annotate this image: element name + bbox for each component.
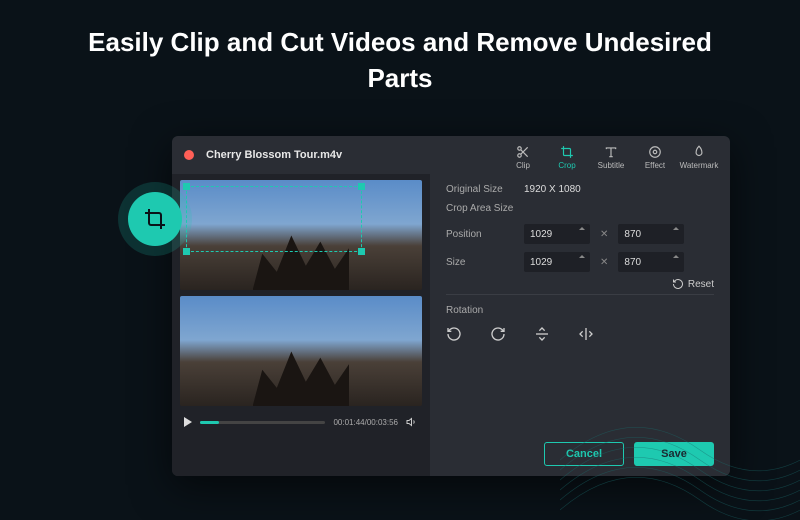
feature-badge — [128, 192, 182, 246]
rotate-cw-button[interactable] — [490, 326, 506, 345]
close-icon[interactable] — [184, 150, 194, 160]
titlebar: Cherry Blossom Tour.m4v Clip Crop Subtit… — [172, 136, 730, 174]
crop-rectangle[interactable] — [186, 186, 362, 252]
size-h-input[interactable] — [618, 252, 684, 272]
divider — [446, 294, 714, 295]
source-preview[interactable] — [180, 180, 422, 290]
editor-window: Cherry Blossom Tour.m4v Clip Crop Subtit… — [172, 136, 730, 476]
tab-subtitle[interactable]: Subtitle — [590, 140, 632, 174]
times-icon: ✕ — [600, 229, 608, 240]
reset-button[interactable]: Reset — [672, 278, 714, 290]
rotate-ccw-icon — [446, 326, 462, 342]
footer-buttons: Cancel Save — [544, 442, 714, 466]
watermark-icon — [692, 145, 706, 159]
tab-effect[interactable]: Effect — [634, 140, 676, 174]
scissors-icon — [516, 145, 530, 159]
size-label: Size — [446, 257, 524, 268]
flip-vertical-button[interactable] — [534, 326, 550, 345]
times-icon: ✕ — [600, 257, 608, 268]
crop-icon — [560, 145, 574, 159]
crop-handle-br[interactable] — [358, 248, 365, 255]
tab-label: Subtitle — [598, 161, 625, 170]
tab-label: Clip — [516, 161, 530, 170]
cancel-button[interactable]: Cancel — [544, 442, 624, 466]
tab-clip[interactable]: Clip — [502, 140, 544, 174]
player-controls: 00:01:44/00:03:56 — [180, 412, 422, 434]
rotation-label: Rotation — [446, 305, 714, 316]
output-preview — [180, 296, 422, 406]
tab-label: Watermark — [680, 161, 719, 170]
main-area: 00:01:44/00:03:56 Original Size 1920 X 1… — [172, 174, 730, 476]
position-label: Position — [446, 229, 524, 240]
subtitle-icon — [604, 145, 618, 159]
tab-crop[interactable]: Crop — [546, 140, 588, 174]
flip-horizontal-button[interactable] — [578, 326, 594, 345]
original-size-label: Original Size — [446, 184, 524, 195]
volume-icon[interactable] — [406, 416, 418, 428]
marketing-headline: Easily Clip and Cut Videos and Remove Un… — [0, 0, 800, 97]
flip-horizontal-icon — [578, 326, 594, 342]
reset-icon — [672, 278, 684, 290]
size-w-input[interactable] — [524, 252, 590, 272]
tab-label: Crop — [558, 161, 575, 170]
crop-handle-tl[interactable] — [183, 183, 190, 190]
flip-vertical-icon — [534, 326, 550, 342]
effect-icon — [648, 145, 662, 159]
position-x-input[interactable] — [524, 224, 590, 244]
rotate-ccw-button[interactable] — [446, 326, 462, 345]
settings-pane: Original Size 1920 X 1080 Crop Area Size… — [430, 174, 730, 476]
position-y-input[interactable] — [618, 224, 684, 244]
crop-handle-tr[interactable] — [358, 183, 365, 190]
rotate-cw-icon — [490, 326, 506, 342]
save-button[interactable]: Save — [634, 442, 714, 466]
crop-icon — [143, 207, 167, 231]
rotation-buttons — [446, 326, 714, 345]
tab-watermark[interactable]: Watermark — [678, 140, 720, 174]
filename-label: Cherry Blossom Tour.m4v — [206, 149, 342, 161]
tool-tabs: Clip Crop Subtitle Effect Watermark — [502, 140, 720, 174]
play-icon[interactable] — [184, 417, 192, 427]
preview-pane: 00:01:44/00:03:56 — [172, 174, 430, 476]
reset-label: Reset — [688, 279, 714, 290]
progress-bar[interactable] — [200, 421, 325, 424]
tab-label: Effect — [645, 161, 665, 170]
crop-handle-bl[interactable] — [183, 248, 190, 255]
time-display: 00:01:44/00:03:56 — [333, 418, 398, 427]
original-size-value: 1920 X 1080 — [524, 184, 581, 195]
crop-area-label: Crop Area Size — [446, 203, 714, 214]
